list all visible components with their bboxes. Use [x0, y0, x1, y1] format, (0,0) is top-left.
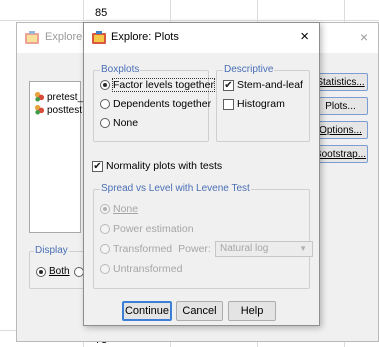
scale-variable-icon	[34, 104, 45, 115]
power-select-value: Natural log	[220, 243, 269, 254]
boxplots-group: Boxplots Factor levels together Dependen…	[93, 64, 215, 142]
power-label: Power:	[178, 243, 211, 255]
power-select[interactable]: Natural log ▼	[215, 241, 313, 257]
display-both-label: Both	[49, 266, 70, 277]
cell-value-top: 85	[95, 7, 108, 19]
dependents-together-label: Dependents together	[113, 98, 212, 110]
descriptive-legend: Descriptive	[223, 64, 275, 75]
close-icon[interactable]: ×	[360, 29, 368, 45]
spread-none-radio[interactable]: None	[100, 203, 138, 215]
stem-and-leaf-label: Stem-and-leaf	[237, 79, 303, 91]
spread-vs-level-legend: Spread vs Level with Levene Test	[100, 183, 251, 194]
stem-and-leaf-checkbox[interactable]: ✔ Stem-and-leaf	[223, 79, 303, 91]
chevron-down-icon: ▼	[299, 244, 307, 253]
radio-indicator	[100, 224, 110, 234]
radio-indicator	[100, 204, 110, 214]
radio-indicator	[100, 80, 110, 90]
radio-indicator	[100, 99, 110, 109]
options-button[interactable]: Options...	[313, 121, 368, 139]
bootstrap-button[interactable]: Bootstrap...	[313, 145, 368, 163]
display-group: Display Both C	[29, 245, 94, 289]
boxplots-none-radio[interactable]: None	[100, 117, 138, 129]
explore-dialog-title: Explore	[45, 31, 83, 43]
checkmark-icon: ✔	[223, 79, 234, 91]
power-estimation-radio[interactable]: Power estimation	[100, 223, 194, 235]
scale-variable-icon	[34, 91, 45, 102]
normality-plots-checkbox[interactable]: ✔ Normality plots with tests	[92, 160, 222, 172]
factor-levels-together-radio[interactable]: Factor levels together	[100, 78, 215, 92]
radio-indicator	[100, 264, 110, 274]
spread-none-label: None	[113, 203, 139, 215]
plots-button-label: Plots...	[325, 101, 356, 112]
radio-indicator	[100, 118, 110, 128]
transformed-label: Transformed	[113, 243, 173, 255]
statistics-button-label: Statistics...	[316, 77, 365, 88]
options-button-label: Options...	[319, 125, 362, 136]
untransformed-radio[interactable]: Untransformed	[100, 263, 182, 275]
display-legend: Display	[34, 245, 69, 256]
variable-item-pretest[interactable]: pretest_	[34, 91, 83, 103]
spss-app-icon	[25, 31, 39, 44]
variable-label: posttest	[47, 105, 83, 116]
dependents-together-radio[interactable]: Dependents together	[100, 98, 211, 110]
checkmark-icon: ✔	[92, 160, 103, 172]
radio-indicator	[100, 244, 110, 254]
checkbox-indicator	[223, 98, 234, 110]
help-button[interactable]: Help	[228, 301, 276, 321]
radio-indicator	[36, 266, 46, 277]
plots-titlebar: Explore: Plots ×	[84, 23, 319, 53]
bootstrap-button-label: Bootstrap...	[314, 149, 367, 160]
descriptive-group: Descriptive ✔ Stem-and-leaf Histogram	[216, 64, 310, 142]
factor-levels-together-label: Factor levels together	[112, 78, 215, 92]
variable-item-posttest[interactable]: posttest	[34, 104, 82, 116]
normality-plots-label: Normality plots with tests	[106, 160, 223, 172]
spread-vs-level-group: Spread vs Level with Levene Test None Po…	[93, 183, 313, 289]
power-estimation-label: Power estimation	[113, 223, 194, 235]
spss-app-icon	[92, 31, 106, 44]
cancel-button[interactable]: Cancel	[176, 301, 223, 321]
histogram-label: Histogram	[237, 98, 285, 110]
transformed-radio[interactable]: Transformed Power:	[100, 243, 211, 255]
boxplots-legend: Boxplots	[100, 64, 141, 75]
close-icon[interactable]: ×	[300, 28, 309, 45]
boxplots-none-label: None	[113, 117, 139, 129]
histogram-checkbox[interactable]: Histogram	[223, 98, 285, 110]
untransformed-label: Untransformed	[113, 263, 183, 275]
continue-button[interactable]: Continue	[122, 301, 172, 321]
grid-line	[0, 20, 379, 21]
variable-list[interactable]: pretest_ posttest	[29, 81, 83, 233]
statistics-button[interactable]: Statistics...	[313, 73, 368, 91]
variable-label: pretest_	[47, 92, 84, 103]
explore-plots-dialog: Explore: Plots × Boxplots Factor levels …	[83, 22, 320, 326]
plots-dialog-title: Explore: Plots	[111, 31, 179, 43]
plots-button[interactable]: Plots...	[313, 97, 368, 115]
